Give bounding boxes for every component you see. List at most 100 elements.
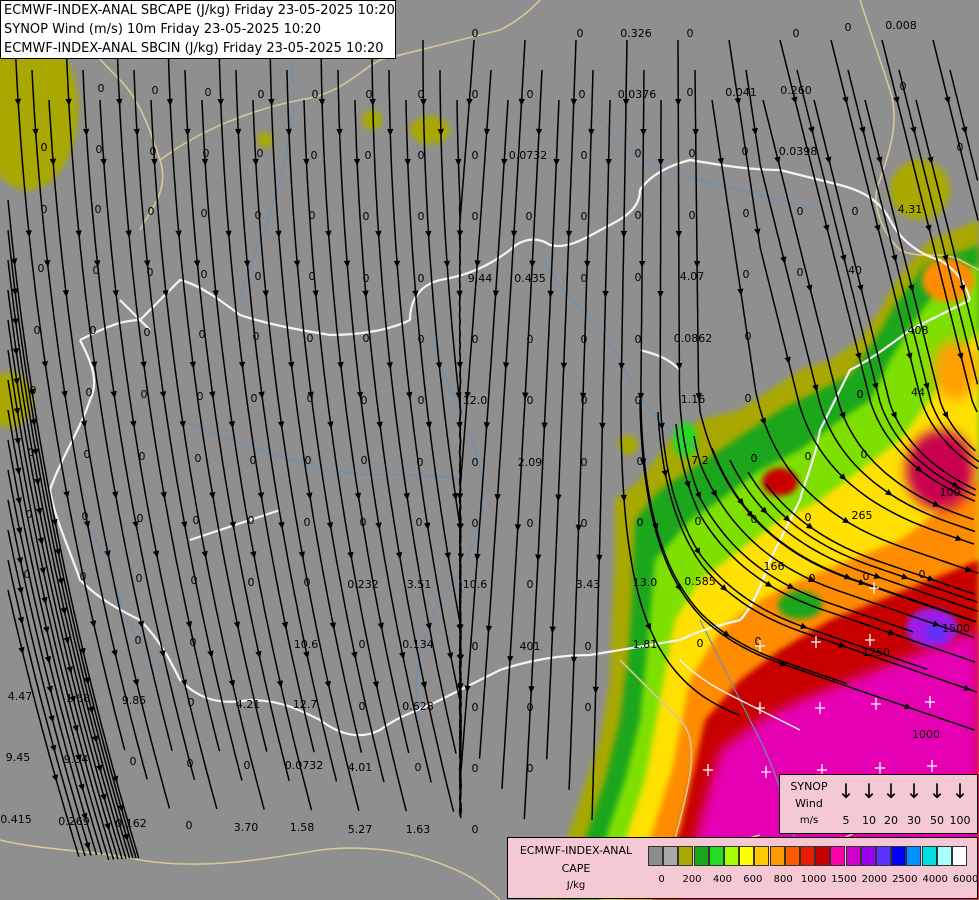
cape-value-label: 0 [581, 210, 588, 223]
cape-value-label: 0 [195, 452, 202, 465]
cape-value-label: 0.628 [402, 700, 434, 713]
cape-value-label: 0.162 [115, 817, 147, 830]
cape-value-label: 0 [527, 394, 534, 407]
cape-value-label: 0 [86, 386, 93, 399]
cape-color-swatch [936, 846, 952, 866]
cape-value-label: 0 [257, 147, 264, 160]
cape-value-label: 0.008 [885, 19, 917, 32]
cape-value-label: 0 [305, 454, 312, 467]
cape-color-swatch [724, 846, 739, 866]
cape-value-label: 0 [527, 762, 534, 775]
cape-value-label: 0 [201, 268, 208, 281]
cape-value-label: 0 [90, 324, 97, 337]
header-line-cape: ECMWF-INDEX-ANAL SBCAPE (J/kg) Friday 23… [4, 3, 395, 18]
cape-value-label: 0.260 [780, 84, 812, 97]
cape-value-label: 40 [848, 264, 862, 277]
cape-value-label: 4.07 [680, 270, 705, 283]
cape-value-label: 0 [28, 446, 35, 459]
wind-speed-label: 5 [842, 814, 850, 827]
wind-speed-label: 50 [930, 814, 944, 827]
cape-value-label: 0 [687, 27, 694, 40]
cape-value-label: 0 [130, 755, 137, 768]
cape-value-label: 0 [416, 516, 423, 529]
cape-value-label: 0 [852, 205, 859, 218]
cape-value-label: 0 [187, 757, 194, 770]
cape-legend-unit: J/kg [566, 880, 586, 891]
cape-value-label: 44 [911, 386, 925, 399]
cape-value-label: 0 [845, 21, 852, 34]
cape-value-label: 9.45 [6, 751, 31, 764]
cape-value-label: 3.43 [576, 578, 601, 591]
cape-value-label: 0 [359, 638, 366, 651]
cape-value-label: 0 [581, 333, 588, 346]
cape-value-label: 0.0732 [285, 759, 324, 772]
cape-value-label: 0 [82, 510, 89, 523]
cape-value-label: 0 [743, 207, 750, 220]
cape-value-label: 0 [472, 640, 479, 653]
cape-color-swatch [739, 846, 755, 866]
cape-value-label: 9.44 [468, 272, 493, 285]
cape-value-label: 1250 [862, 646, 890, 659]
cape-value-label: 0.134 [402, 638, 434, 651]
cape-value-label: 0 [361, 454, 368, 467]
cape-color-swatch [784, 846, 800, 866]
cape-value-label: 0 [581, 394, 588, 407]
cape-value-label: 0 [797, 266, 804, 279]
cape-value-label: 0 [255, 270, 262, 283]
cape-value-label: 0 [472, 149, 479, 162]
cape-tick-label: 1500 [831, 874, 857, 885]
cape-value-label: 408 [908, 324, 929, 337]
cape-tick-label: 0 [658, 874, 665, 885]
cape-value-label: 0 [366, 88, 373, 101]
cape-value-label: 0 [309, 270, 316, 283]
cape-value-label: 0 [359, 700, 366, 713]
cape-color-swatch [921, 846, 937, 866]
cape-value-label: 10.6 [463, 578, 488, 591]
cape-value-label: 0 [311, 149, 318, 162]
cape-value-label: 0 [360, 516, 367, 529]
cape-olive-patch-2 [410, 116, 450, 144]
cape-value-label: 0 [26, 508, 33, 521]
cape-value-label: 13.0 [633, 576, 658, 589]
cape-tick-label: 600 [743, 874, 763, 885]
cape-value-label: 0 [205, 86, 212, 99]
cape-color-swatch [876, 846, 891, 866]
cape-value-label: 0 [919, 568, 926, 581]
cape-value-label: 0 [309, 209, 316, 222]
cape-value-label: 0 [797, 205, 804, 218]
cape-value-label: 0 [136, 572, 143, 585]
cape-value-label: 0 [197, 390, 204, 403]
cape-value-label: 0 [137, 512, 144, 525]
wind-speed-label: 30 [907, 814, 921, 827]
cape-value-label: 0 [417, 456, 424, 469]
cape-color-swatch [800, 846, 815, 866]
cape-value-label: 9.85 [122, 694, 147, 707]
cape-legend-subtitle: CAPE [561, 862, 591, 875]
cape-value-label: 1500 [942, 622, 970, 635]
map-header: ECMWF-INDEX-ANAL SBCAPE (J/kg) Friday 23… [0, 0, 396, 59]
cape-value-label: 0 [745, 330, 752, 343]
cape-value-label: 12.0 [463, 394, 488, 407]
cape-value-label: 0 [527, 88, 534, 101]
cape-value-label: 0 [251, 392, 258, 405]
wind-speed-label: 20 [884, 814, 898, 827]
cape-value-label: 0 [472, 823, 479, 836]
cape-value-label: 0 [581, 272, 588, 285]
down-arrow-icon: ↓ [951, 779, 969, 803]
cape-value-label: 0 [363, 332, 370, 345]
cape-value-label: 0 [751, 513, 758, 526]
cape-value-label: 0 [38, 262, 45, 275]
cape-value-label: 3.51 [407, 578, 432, 591]
cape-color-swatch [754, 846, 770, 866]
cape-value-label: 1.58 [290, 821, 315, 834]
cape-value-label: 0 [190, 636, 197, 649]
cape-value-label: 4.01 [348, 761, 373, 774]
cape-value-label: 0 [635, 333, 642, 346]
header-line-wind: SYNOP Wind (m/s) 10m Friday 23-05-2025 1… [4, 22, 322, 37]
cape-value-label: 0 [248, 576, 255, 589]
cape-value-label: 1000 [912, 728, 940, 741]
cape-color-swatch [845, 846, 861, 866]
cape-value-label: 0 [857, 388, 864, 401]
cape-value-label: 10.6 [294, 638, 319, 651]
cape-color-swatch [860, 846, 876, 866]
